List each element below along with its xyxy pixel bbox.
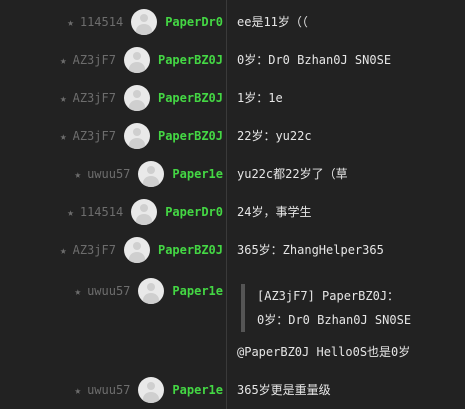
message-meta: ★ AZ3jF7 PaperBZ0J xyxy=(60,85,223,111)
star-icon[interactable]: ★ xyxy=(67,206,74,219)
avatar[interactable] xyxy=(138,278,165,304)
message-text: 0岁：Dr0 Bzhan0J SN0SE xyxy=(237,53,392,67)
message-text: @PaperBZ0J Hello0S也是0岁 xyxy=(237,345,411,359)
message-text: ee是11岁（（ xyxy=(237,15,308,29)
user-id: AZ3jF7 xyxy=(72,53,116,67)
message-text: 365岁：ZhangHelper365 xyxy=(237,243,384,257)
message-text: 24岁，事学生 xyxy=(237,205,312,219)
avatar[interactable] xyxy=(131,9,158,35)
username[interactable]: Paper1e xyxy=(172,167,223,181)
star-icon[interactable]: ★ xyxy=(60,244,67,257)
message-text: yu22c都22岁了（草 xyxy=(237,167,348,181)
user-id: uwuu57 xyxy=(87,284,131,298)
username[interactable]: Paper1e xyxy=(172,284,223,298)
user-id: 114514 xyxy=(79,15,124,29)
quote-header: [AZ3jF7] PaperBZ0J： xyxy=(257,289,400,303)
username[interactable]: Paper1e xyxy=(172,383,223,397)
username[interactable]: PaperDr0 xyxy=(165,15,223,29)
message-text: 365岁更是重量级 xyxy=(237,383,331,397)
quoted-message[interactable]: [AZ3jF7] PaperBZ0J： 0岁：Dr0 Bzhan0J SN0SE xyxy=(241,284,411,332)
message-text: 1岁：1e xyxy=(237,91,283,105)
avatar[interactable] xyxy=(123,123,150,149)
user-id: AZ3jF7 xyxy=(72,243,116,257)
star-icon[interactable]: ★ xyxy=(60,54,67,67)
avatar[interactable] xyxy=(123,47,150,73)
message-meta: ★ uwuu57 Paper1e xyxy=(74,278,223,304)
star-icon[interactable]: ★ xyxy=(67,16,74,29)
message-meta: ★ 114514 PaperDr0 xyxy=(67,199,223,225)
avatar[interactable] xyxy=(123,85,150,111)
username[interactable]: PaperBZ0J xyxy=(158,53,223,67)
username[interactable]: PaperBZ0J xyxy=(158,243,223,257)
avatar[interactable] xyxy=(138,377,165,403)
star-icon[interactable]: ★ xyxy=(60,130,67,143)
avatar[interactable] xyxy=(131,199,158,225)
avatar[interactable] xyxy=(138,161,165,187)
message-meta: ★ AZ3jF7 PaperBZ0J xyxy=(60,237,223,263)
user-id: AZ3jF7 xyxy=(72,129,116,143)
quote-body: 0岁：Dr0 Bzhan0J SN0SE xyxy=(257,313,412,327)
message-meta: ★ AZ3jF7 PaperBZ0J xyxy=(60,47,223,73)
message-meta: ★ 114514 PaperDr0 xyxy=(67,9,223,35)
message-meta: ★ uwuu57 Paper1e xyxy=(74,377,223,403)
avatar[interactable] xyxy=(123,237,150,263)
star-icon[interactable]: ★ xyxy=(74,285,81,298)
message-meta: ★ uwuu57 Paper1e xyxy=(74,161,223,187)
star-icon[interactable]: ★ xyxy=(74,384,81,397)
star-icon[interactable]: ★ xyxy=(60,92,67,105)
star-icon[interactable]: ★ xyxy=(74,168,81,181)
column-divider xyxy=(226,0,227,409)
message-text: 22岁：yu22c xyxy=(237,129,312,143)
message-meta: ★ AZ3jF7 PaperBZ0J xyxy=(60,123,223,149)
username[interactable]: PaperBZ0J xyxy=(158,129,223,143)
username[interactable]: PaperBZ0J xyxy=(158,91,223,105)
user-id: AZ3jF7 xyxy=(72,91,116,105)
username[interactable]: PaperDr0 xyxy=(165,205,223,219)
user-id: uwuu57 xyxy=(87,167,131,181)
user-id: uwuu57 xyxy=(87,383,131,397)
user-id: 114514 xyxy=(79,205,124,219)
